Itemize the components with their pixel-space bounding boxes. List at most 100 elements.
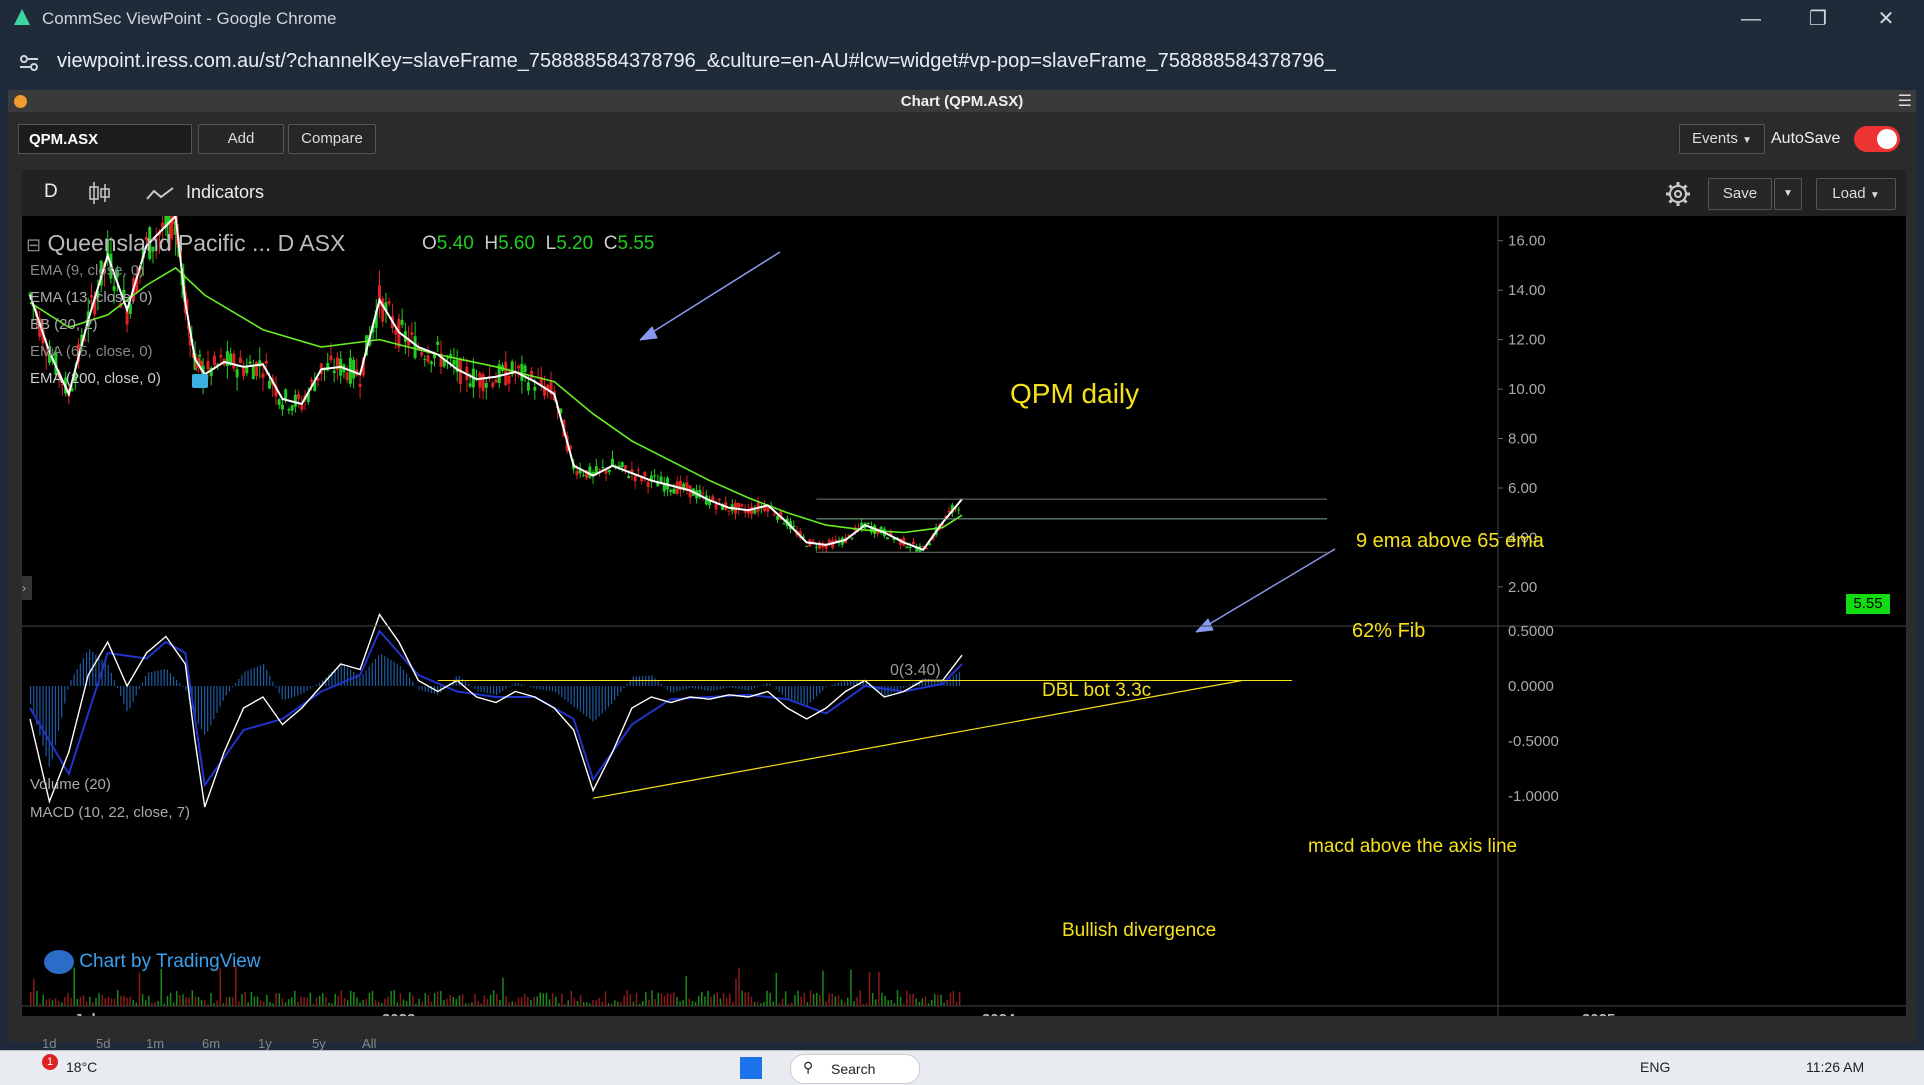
weather-temp[interactable]: 18°C (66, 1059, 97, 1075)
volume-bar (676, 997, 678, 1006)
volume-bar (729, 994, 731, 1006)
volume-bar (670, 994, 672, 1006)
macd-histogram-bar (841, 682, 842, 686)
volume-bar (940, 995, 942, 1006)
macd-histogram-bar (769, 684, 770, 686)
restore-icon[interactable]: ❐ (1800, 6, 1836, 32)
period-5d[interactable]: 5d (96, 1036, 110, 1051)
events-dropdown[interactable]: Events ▼ (1679, 124, 1765, 154)
volume-bar (620, 1002, 622, 1006)
compare-button[interactable]: Compare (288, 124, 376, 154)
hamburger-menu-icon[interactable]: ☰ (1898, 91, 1912, 111)
ohlc-low: 5.20 (556, 233, 593, 254)
macd-histogram-bar (114, 681, 115, 687)
visibility-eye-icon[interactable] (192, 374, 208, 388)
macd-histogram-bar (664, 686, 665, 687)
chart-area[interactable]: 16.0014.0012.0010.008.006.004.002.000.50… (22, 216, 1906, 1016)
volume-bar (748, 992, 750, 1006)
tradingview-watermark[interactable]: Chart by TradingView (44, 950, 261, 974)
candle-body (294, 395, 297, 407)
macd-histogram-bar (490, 686, 491, 694)
autosave-toggle[interactable] (1854, 126, 1900, 152)
volume-bar (288, 999, 290, 1006)
indicator-legend-ema9[interactable]: EMA (9, close, 0) (30, 262, 144, 279)
macd-histogram-bar (300, 686, 301, 695)
macd-histogram-bar (533, 686, 534, 688)
indicators-icon[interactable] (146, 186, 174, 202)
period-1y[interactable]: 1y (258, 1036, 272, 1051)
period-6m[interactable]: 6m (202, 1036, 220, 1051)
indicator-legend-ema200[interactable]: EMA (200, close, 0) (30, 370, 161, 387)
macd-histogram-bar (692, 686, 693, 688)
events-label: Events (1692, 130, 1738, 147)
volume-bar (648, 1000, 650, 1006)
macd-histogram-bar (493, 686, 494, 694)
macd-histogram-bar (577, 686, 578, 709)
macd-histogram-bar (804, 686, 805, 705)
annotation-qpm-daily: QPM daily (1010, 378, 1139, 410)
language-indicator[interactable]: ENG (1640, 1059, 1670, 1075)
volume-bar (617, 1002, 619, 1006)
site-settings-icon[interactable] (18, 52, 40, 74)
period-5y[interactable]: 5y (312, 1036, 326, 1051)
volume-bar (583, 1002, 585, 1006)
symbol-input[interactable]: QPM.ASX (18, 124, 192, 154)
macd-histogram-bar (605, 686, 606, 710)
macd-histogram-bar (819, 686, 820, 693)
macd-histogram-bar (204, 686, 205, 735)
interval-button[interactable]: D (44, 181, 58, 203)
close-icon[interactable]: ✕ (1868, 6, 1904, 32)
volume-bar (630, 994, 632, 1006)
volume-bar (887, 1000, 889, 1006)
candle-body (627, 476, 630, 478)
indicator-legend-ema13[interactable]: EMA (13, close, 0) (30, 289, 153, 306)
load-dropdown[interactable]: Load ▼ (1816, 178, 1896, 210)
side-panel-toggle-icon[interactable]: › (22, 576, 32, 600)
last-price-tag: 5.55 (1846, 594, 1890, 614)
add-button[interactable]: Add (198, 124, 284, 154)
period-1d[interactable]: 1d (42, 1036, 56, 1051)
macd-histogram-bar (909, 685, 910, 686)
save-options-caret-icon[interactable]: ▼ (1774, 178, 1802, 210)
url-text[interactable]: viewpoint.iress.com.au/st/?channelKey=sl… (57, 50, 1336, 73)
address-bar[interactable]: viewpoint.iress.com.au/st/?channelKey=sl… (0, 38, 1924, 88)
indicator-legend-ema65[interactable]: EMA (65, close, 0) (30, 343, 153, 360)
macd-histogram-bar (959, 672, 960, 686)
volume-bar (605, 991, 607, 1006)
clock[interactable]: 11:26 AM (1806, 1059, 1864, 1075)
taskbar-search[interactable]: ⚲ Search (790, 1054, 920, 1084)
indicator-legend-bb[interactable]: BB (20, 2) (30, 316, 98, 333)
volume-bar (934, 994, 936, 1006)
macd-legend[interactable]: MACD (10, 22, close, 7) (30, 804, 190, 821)
tradingview-logo-icon (44, 950, 74, 974)
macd-histogram-bar (788, 686, 789, 700)
volume-bar (850, 970, 852, 1006)
macd-histogram-bar (254, 668, 255, 686)
save-button[interactable]: Save (1708, 178, 1772, 210)
volume-bar (148, 996, 150, 1006)
volume-bar (61, 1002, 63, 1006)
collapse-legend-icon[interactable]: ⊟ (26, 235, 41, 255)
macd-histogram-bar (136, 686, 137, 695)
candle-body (530, 371, 533, 379)
ohlc-open: 5.40 (437, 233, 474, 254)
volume-bar (58, 1001, 60, 1006)
volume-bar (623, 996, 625, 1006)
indicators-button[interactable]: Indicators (186, 182, 264, 203)
volume-bar (226, 997, 228, 1006)
price-tick-label: 10.00 (1508, 381, 1546, 398)
candle-body (728, 510, 731, 511)
minimize-icon[interactable]: — (1733, 6, 1769, 32)
chart-canvas[interactable]: 16.0014.0012.0010.008.006.004.002.000.50… (22, 216, 1906, 1016)
volume-bar (797, 991, 799, 1006)
period-1m[interactable]: 1m (146, 1036, 164, 1051)
windows-start-icon[interactable] (740, 1057, 762, 1079)
candle-type-icon[interactable] (88, 181, 110, 205)
volume-legend[interactable]: Volume (20) (30, 776, 111, 793)
volume-bar (959, 992, 961, 1006)
volume-bar (136, 1002, 138, 1006)
period-all[interactable]: All (362, 1036, 376, 1051)
settings-gear-icon[interactable] (1664, 180, 1692, 208)
volume-bar (244, 992, 246, 1006)
volume-bar (661, 994, 663, 1006)
